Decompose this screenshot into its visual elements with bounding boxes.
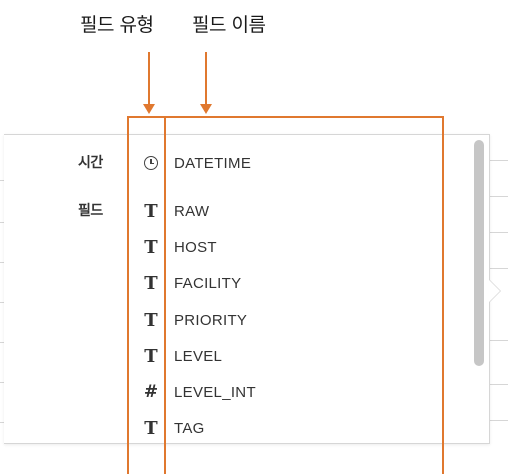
field-item-level[interactable]: T LEVEL (140, 345, 222, 367)
field-item-host[interactable]: T HOST (140, 236, 217, 258)
field-name: RAW (174, 202, 210, 220)
background-divider (490, 196, 508, 197)
background-divider (490, 160, 508, 161)
field-item-priority[interactable]: T PRIORITY (140, 309, 247, 331)
field-name-annotation: 필드 이름 (192, 14, 266, 36)
time-field-item[interactable]: DATETIME (140, 152, 251, 174)
background-divider (490, 232, 508, 233)
field-type-arrow-line (148, 52, 150, 104)
field-type-column-top-line (127, 116, 165, 118)
field-type-annotation: 필드 유형 (80, 14, 154, 36)
field-name: FACILITY (174, 274, 242, 292)
field-name-arrowhead (200, 104, 212, 114)
field-section-label: 필드 (78, 203, 103, 219)
field-item-level-int[interactable]: # LEVEL_INT (140, 381, 256, 403)
field-name: TAG (174, 419, 205, 437)
number-type-icon: # (143, 382, 159, 402)
text-type-icon: T (144, 417, 158, 439)
time-section-label: 시간 (78, 155, 103, 171)
field-item-facility[interactable]: T FACILITY (140, 272, 241, 294)
scrollbar-thumb[interactable] (474, 140, 484, 366)
background-divider (490, 268, 508, 269)
field-type-arrowhead (143, 104, 155, 114)
background-divider (490, 384, 508, 385)
field-name: DATETIME (174, 154, 252, 172)
panel-pointer (489, 280, 500, 302)
field-name: LEVEL_INT (174, 383, 256, 401)
text-type-icon: T (144, 236, 158, 258)
field-item-raw[interactable]: T RAW (140, 200, 209, 222)
field-type-column-left-line (127, 116, 129, 474)
background-divider (490, 420, 508, 421)
field-name-arrow-line (205, 52, 207, 104)
text-type-icon: T (144, 345, 158, 367)
field-name: HOST (174, 238, 217, 256)
text-type-icon: T (144, 272, 158, 294)
text-type-icon: T (144, 309, 158, 331)
field-name: LEVEL (174, 347, 223, 365)
field-name: PRIORITY (174, 311, 248, 329)
clock-icon (140, 156, 162, 170)
field-item-tag[interactable]: T TAG (140, 417, 205, 439)
text-type-icon: T (144, 200, 158, 222)
background-divider (490, 340, 508, 341)
